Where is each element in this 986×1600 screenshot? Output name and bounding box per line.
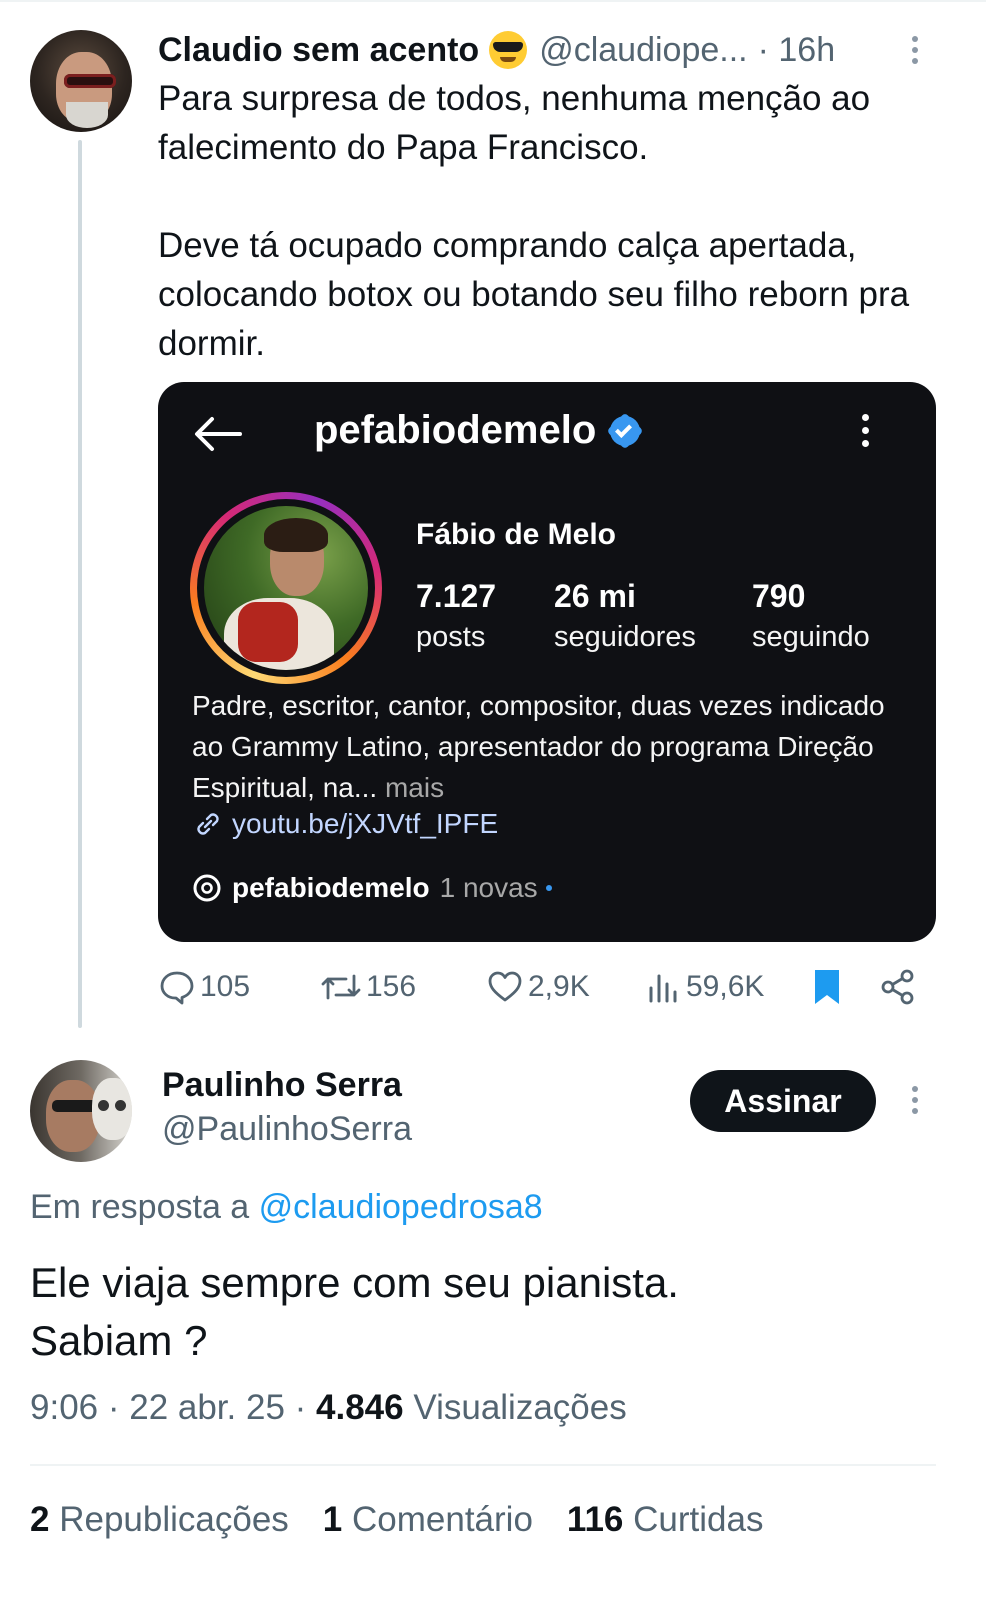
- author-name[interactable]: Claudio sem acento: [158, 31, 479, 70]
- tweet-header: Claudio sem acento @claudiope... · 16h: [158, 28, 835, 72]
- likes-stat[interactable]: 116 Curtidas: [567, 1500, 764, 1540]
- views-button[interactable]: 59,6K: [646, 964, 764, 1010]
- ig-full-name: Fábio de Melo: [416, 518, 617, 551]
- reply-text: Ele viaja sempre com seu pianista. Sabia…: [30, 1259, 679, 1364]
- ig-story-ring: [190, 492, 382, 684]
- verified-badge-icon: [610, 415, 641, 446]
- reply-author-handle[interactable]: @PaulinhoSerra: [162, 1110, 412, 1149]
- reply-author-avatar[interactable]: [30, 1060, 132, 1162]
- ig-threads-name: pefabiodemelo: [232, 872, 430, 903]
- author-avatar[interactable]: [30, 30, 132, 132]
- ig-stat-posts: 7.127 posts: [416, 578, 497, 653]
- tweet-timestamp[interactable]: · 16h: [758, 31, 836, 70]
- replying-to-mention[interactable]: @claudiopedrosa8: [259, 1188, 543, 1226]
- more-options-icon[interactable]: [912, 36, 918, 64]
- ig-stat-following: 790 seguindo: [752, 578, 870, 653]
- ig-profile-photo: [204, 506, 368, 670]
- sunglasses-emoji-icon: [489, 31, 528, 69]
- ig-bio-text: Padre, escritor, cantor, compositor, dua…: [192, 690, 885, 803]
- tweet-text: Para surpresa de todos, nenhuma menção a…: [158, 79, 910, 363]
- share-button[interactable]: [878, 964, 922, 1010]
- reply-engagement-stats: 2 Republicações 1 Comentário 116 Curtida…: [30, 1500, 763, 1540]
- ig-link-text: youtu.be/jXJVtf_IPFE: [232, 808, 499, 839]
- reposts-stat[interactable]: 2 Republicações: [30, 1500, 289, 1540]
- comment-icon: [160, 971, 194, 1005]
- ig-bio: Padre, escritor, cantor, compositor, dua…: [192, 685, 912, 808]
- share-icon: [881, 969, 914, 1005]
- ig-username-row: pefabiodemelo: [314, 408, 641, 453]
- ig-stat-followers: 26 mi seguidores: [554, 578, 696, 653]
- like-count: 2,9K: [528, 970, 590, 1003]
- attached-image[interactable]: pefabiodemelo Fábio de Melo 7.127 posts …: [158, 382, 936, 942]
- bookmark-icon: [815, 970, 839, 1004]
- repost-count: 156: [366, 970, 417, 1003]
- views-chart-icon: [649, 974, 677, 1003]
- author-handle[interactable]: @claudiope...: [539, 31, 747, 70]
- like-button[interactable]: 2,9K: [486, 964, 590, 1010]
- stats-divider: [30, 1464, 936, 1466]
- subscribe-button[interactable]: Assinar: [690, 1070, 876, 1132]
- replying-to-line: Em resposta a @claudiopedrosa8: [30, 1188, 543, 1227]
- tweet-action-bar: 105 156 2,9K 59,6K: [158, 964, 918, 1010]
- thread-connector-line: [78, 140, 82, 1028]
- ig-threads-new: 1 novas: [439, 872, 538, 903]
- repost-icon: [321, 974, 361, 1000]
- link-icon: [197, 813, 219, 835]
- threads-icon: [193, 874, 221, 902]
- views-count: 59,6K: [686, 970, 765, 1003]
- reply-count: 105: [200, 970, 251, 1003]
- replying-to-label: Em resposta a: [30, 1188, 250, 1226]
- reply-views-label: Visualizações: [413, 1388, 627, 1427]
- reply-timestamp[interactable]: 9:06 · 22 abr. 25 ·: [30, 1388, 306, 1427]
- heart-icon: [488, 971, 522, 1002]
- comments-stat[interactable]: 1 Comentário: [323, 1500, 533, 1540]
- ig-username: pefabiodemelo: [314, 408, 597, 452]
- reply-button[interactable]: 105: [158, 964, 250, 1010]
- reply-views-count: 4.846: [316, 1388, 404, 1427]
- ig-link: youtu.be/jXJVtf_IPFE: [192, 808, 498, 840]
- top-divider: [0, 0, 986, 2]
- ig-bio-more: mais: [384, 772, 445, 803]
- ig-threads-row: pefabiodemelo 1 novas: [192, 872, 552, 904]
- reply-meta: 9:06 · 22 abr. 25 · 4.846 Visualizações: [30, 1388, 627, 1428]
- reply-more-options-icon[interactable]: [912, 1086, 918, 1114]
- repost-button[interactable]: 156: [320, 964, 416, 1010]
- ig-new-dot: [545, 885, 552, 891]
- ig-more-icon: [862, 414, 870, 447]
- reply-author-name[interactable]: Paulinho Serra: [162, 1066, 402, 1105]
- back-arrow-icon: [195, 417, 242, 451]
- bookmark-button[interactable]: [810, 964, 848, 1010]
